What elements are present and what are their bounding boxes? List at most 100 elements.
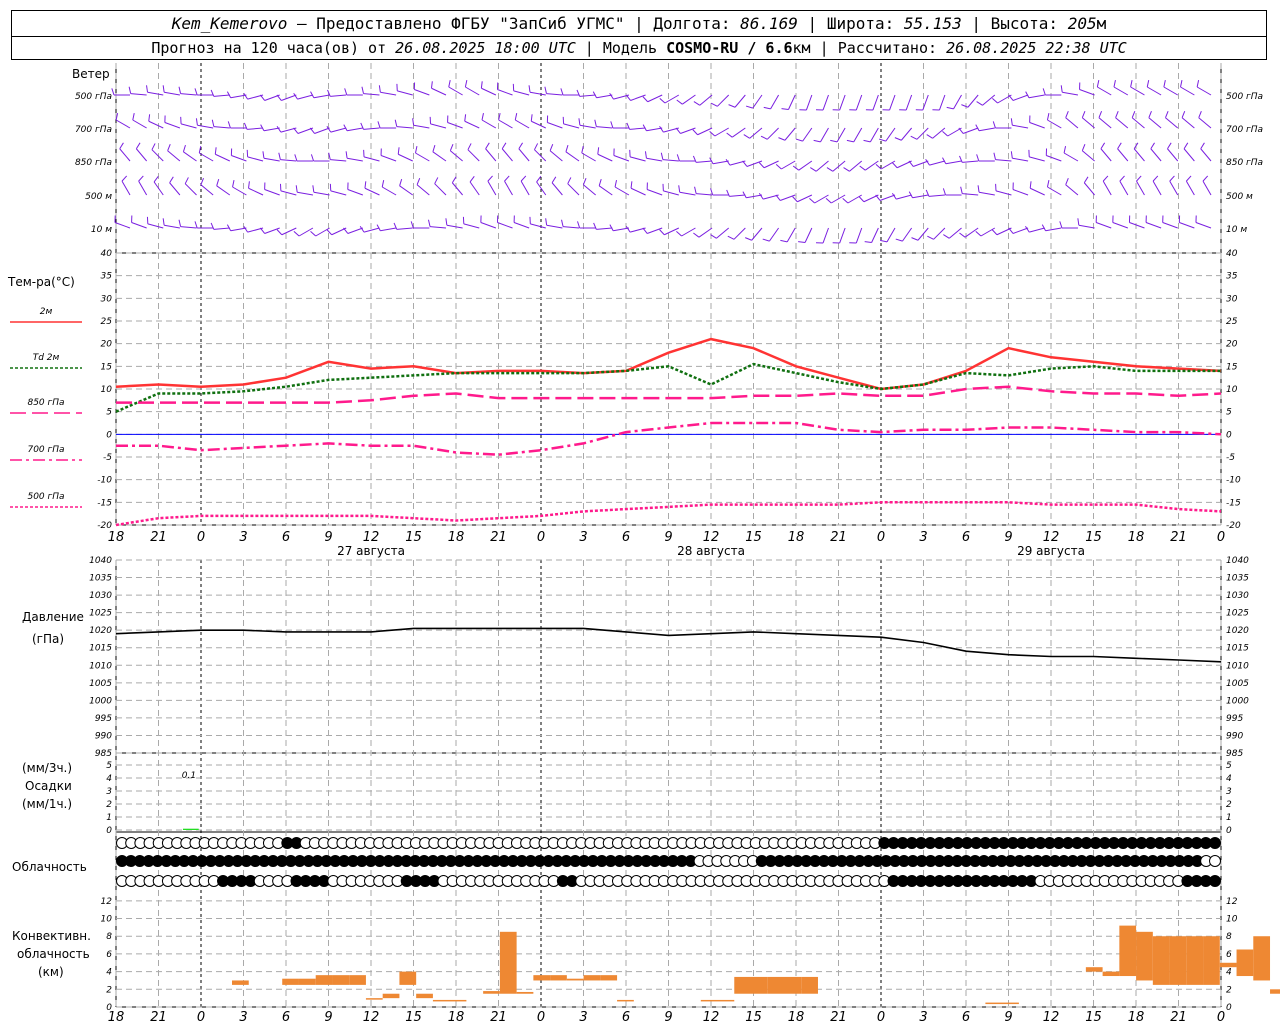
wind-barb-shaft — [1129, 222, 1145, 229]
wind-barb-shaft — [614, 186, 630, 196]
conv-x-tick-label: 3 — [919, 1010, 927, 1024]
wind-barb-shaft — [330, 190, 347, 196]
wind-barb-shaft — [913, 160, 929, 167]
wind-barb-flag — [128, 86, 132, 94]
wind-barb-shaft — [551, 182, 563, 196]
wind-barb-flag — [397, 147, 400, 155]
wind-barb-shaft — [933, 227, 946, 240]
wind-barb-flag — [659, 229, 665, 236]
wind-barb-flag — [1196, 80, 1200, 88]
wind-barb-shaft — [734, 94, 746, 108]
wind-barb-shaft — [839, 227, 846, 244]
wind-barb-shaft — [872, 94, 879, 111]
wind-barb-shaft — [696, 160, 713, 163]
precip-y-tick-left: 3 — [106, 787, 112, 797]
wind-barb-shaft — [263, 127, 280, 132]
wind-barb-shaft — [280, 159, 297, 162]
wind-barb-flag — [742, 160, 748, 167]
conv-x-tick-label: 18 — [448, 1010, 465, 1024]
wind-barb-shaft — [247, 156, 264, 162]
wind-barb-shaft — [962, 193, 979, 196]
wind-barb-shaft — [313, 94, 330, 99]
precip-y-tick-left: 1 — [106, 813, 112, 823]
conv-cloud-bar — [985, 1002, 1019, 1005]
cloud-panel — [116, 837, 1221, 887]
conv-cloud-bar — [1186, 936, 1204, 985]
wind-barb-flag — [153, 176, 159, 183]
pressure-y-tick-left: 1020 — [89, 626, 112, 636]
wind-barb-shaft — [363, 156, 380, 162]
wind-barb-shaft — [1167, 148, 1179, 162]
wind-barb-flag — [926, 134, 933, 139]
wind-barb-shaft — [662, 159, 679, 162]
conv-x-tick-label: 15 — [1085, 1010, 1102, 1024]
wind-barb-shaft — [964, 227, 979, 238]
temp-y-tick-right: 10 — [1226, 385, 1238, 395]
temp-y-tick-left: 30 — [101, 294, 113, 304]
wind-barb-shaft — [995, 159, 1012, 162]
wind-barb-shaft — [596, 94, 613, 99]
wind-barb-flag — [1136, 175, 1142, 182]
panel-labels: Ветер Тем-ра(°C) Давление (гПа) (мм/3ч.)… — [7, 67, 110, 979]
wind-barb-shaft — [696, 193, 713, 196]
wind-barb-flag — [432, 144, 436, 152]
wind-barb-flag — [194, 221, 198, 229]
wind-barb-shaft — [549, 150, 563, 162]
wind-barb-shaft — [501, 148, 513, 162]
conv-cloud-bar — [1169, 936, 1187, 985]
wind-barb-shaft — [766, 127, 779, 140]
wind-barb-flag — [660, 152, 664, 160]
wind-barb-shaft — [450, 150, 463, 162]
conv-x-tick-label: 0 — [537, 1010, 545, 1024]
wind-barb-shaft — [531, 120, 546, 129]
wind-barb-shaft — [169, 182, 181, 196]
wind-barb-shaft — [497, 89, 513, 96]
wind-barb-shaft — [297, 191, 314, 196]
temp-y-tick-left: -10 — [97, 476, 112, 486]
temp-y-tick-left: -15 — [97, 498, 112, 508]
wind-barb-flag — [858, 196, 865, 203]
wind-barb-shaft — [822, 94, 829, 111]
wind-barb-shaft — [1152, 180, 1162, 196]
wind-barb-flag — [959, 232, 966, 238]
pressure-y-tick-right: 1030 — [1226, 591, 1249, 601]
wind-barb-shaft — [1181, 117, 1195, 129]
wind-barb-flag — [1146, 80, 1150, 88]
pressure-y-tick-left: 1030 — [89, 591, 112, 601]
pressure-y-tick-right: 1020 — [1226, 626, 1249, 636]
wind-barb-shaft — [822, 227, 829, 244]
temp-x-tick-label: 15 — [745, 530, 762, 545]
wind-barb-shaft — [832, 160, 846, 172]
wind-barb-flag — [178, 219, 182, 227]
wind-barb-flag — [504, 175, 510, 182]
wind-barb-shaft — [953, 94, 962, 110]
wind-barb-flag — [162, 85, 165, 93]
wind-barb-shaft — [1136, 180, 1145, 196]
wind-barb-shaft — [1046, 155, 1062, 162]
wind-title: Ветер — [72, 67, 110, 81]
wind-barb-flag — [514, 113, 518, 121]
conv-x-tick-label: 6 — [962, 1010, 970, 1024]
wind-barb-shaft — [805, 94, 813, 111]
wind-barb-flag — [1198, 111, 1202, 118]
cloud-cover-symbol — [1209, 875, 1221, 887]
wind-barb-shaft — [447, 122, 463, 129]
conv-y-tick-left: 4 — [106, 968, 112, 978]
wind-barb-shaft — [563, 226, 580, 229]
conv-x-tick-label: 0 — [197, 1010, 205, 1024]
wind-barb-shaft — [469, 181, 480, 196]
temp-y-tick-right: -5 — [1226, 453, 1235, 463]
conv-x-tick-label: 18 — [788, 1010, 805, 1024]
conv-cloud-bar — [1253, 936, 1271, 981]
temp-y-tick-left: 35 — [101, 272, 113, 282]
temp-x-tick-label: 3 — [579, 530, 587, 545]
conv-y-tick-left: 2 — [106, 985, 112, 995]
wind-barb-flag — [1169, 175, 1175, 182]
wind-barb-shaft — [504, 180, 513, 196]
wind-barb-flag — [743, 134, 750, 139]
wind-barb-flag — [745, 237, 752, 241]
wind-barb-flag — [178, 86, 182, 94]
wind-barb-shaft — [1079, 89, 1095, 96]
wind-barb-flag — [1163, 80, 1166, 88]
wind-barb-shaft — [513, 90, 530, 96]
